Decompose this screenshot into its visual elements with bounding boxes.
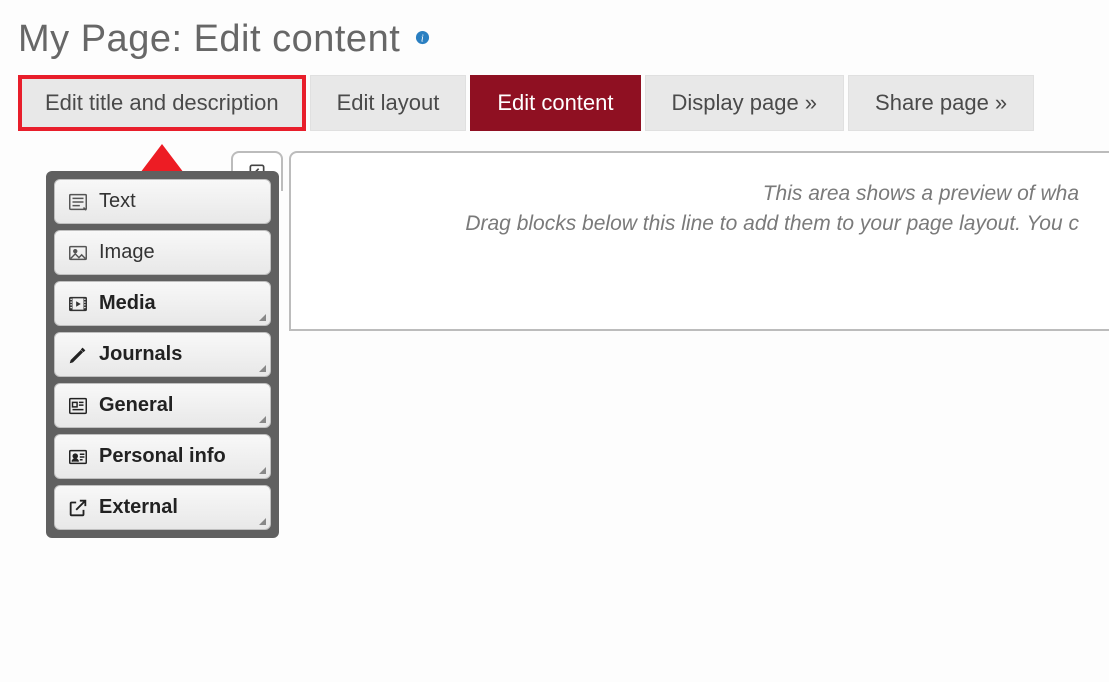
sidebar-item-general[interactable]: General [54,383,271,428]
sidebar-item-journals[interactable]: Journals [54,332,271,377]
expand-corner-icon [259,365,266,372]
expand-corner-icon [259,416,266,423]
external-link-icon [67,497,89,519]
sidebar-item-personal-info[interactable]: Personal info [54,434,271,479]
tab-bar: Edit title and description Edit layout E… [18,75,1109,131]
newspaper-icon [67,395,89,417]
preview-hint-line2: Drag blocks below this line to add them … [401,209,1079,239]
expand-corner-icon [259,314,266,321]
sidebar-item-label: General [99,394,173,417]
tab-edit-title[interactable]: Edit title and description [18,75,306,131]
sidebar-item-image[interactable]: Image [54,230,271,275]
page-title: My Page: Edit content i [18,18,1109,61]
expand-corner-icon [259,518,266,525]
sidebar-item-label: Image [99,241,155,264]
sidebar-item-external[interactable]: External [54,485,271,530]
sidebar-item-text[interactable]: Text [54,179,271,224]
sidebar-item-label: Personal info [99,445,226,468]
sidebar-item-label: Text [99,190,136,213]
preview-hint-line1: This area shows a preview of wha [401,179,1079,209]
svg-text:i: i [421,34,424,45]
tab-edit-layout[interactable]: Edit layout [310,75,467,131]
info-icon[interactable]: i [415,30,430,45]
expand-corner-icon [259,467,266,474]
pencil-icon [67,344,89,366]
sidebar-item-media[interactable]: Media [54,281,271,326]
tab-share-page[interactable]: Share page » [848,75,1034,131]
text-icon [67,191,89,213]
media-icon [67,293,89,315]
tab-display-page[interactable]: Display page » [645,75,845,131]
sidebar-item-label: Journals [99,343,182,366]
preview-area[interactable]: This area shows a preview of wha Drag bl… [289,151,1109,331]
tab-edit-content[interactable]: Edit content [470,75,640,131]
sidebar-item-label: External [99,496,178,519]
id-card-icon [67,446,89,468]
image-icon [67,242,89,264]
sidebar-item-label: Media [99,292,156,315]
blocks-sidebar: Text Image Media Journals [46,171,279,538]
page-title-text: My Page: Edit content [18,18,400,60]
